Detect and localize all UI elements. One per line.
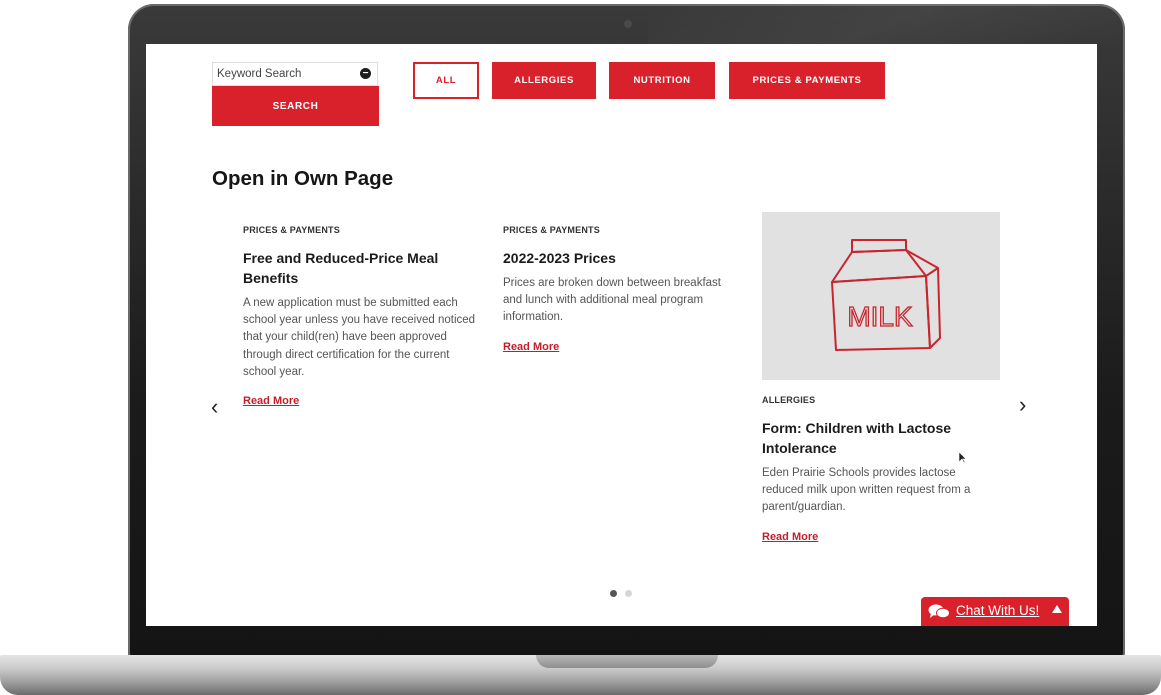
article-card: MILK ALLERGIES Form: Children with Lacto…: [762, 212, 1000, 545]
card-category: PRICES & PAYMENTS: [243, 225, 340, 235]
card-description: Prices are broken down between breakfast…: [503, 277, 721, 324]
article-card: PRICES & PAYMENTS 2022-2023 Prices Price…: [503, 225, 743, 355]
card-category: PRICES & PAYMENTS: [503, 225, 600, 235]
carousel-dot[interactable]: [625, 590, 632, 597]
filter-nutrition-button[interactable]: NUTRITION: [609, 62, 715, 99]
camera-icon: [624, 20, 632, 28]
section-title: Open in Own Page: [212, 167, 394, 190]
search-box: − SEARCH: [212, 62, 379, 144]
carousel-dot-active[interactable]: [610, 590, 617, 597]
chevron-left-icon[interactable]: ‹: [211, 396, 218, 418]
card-image[interactable]: MILK: [762, 212, 1000, 380]
mouse-cursor-icon: [959, 452, 967, 464]
caret-up-icon[interactable]: [1052, 605, 1062, 613]
read-more-link[interactable]: Read More: [762, 531, 818, 543]
search-input[interactable]: [212, 62, 378, 86]
filter-prices-payments-button[interactable]: PRICES & PAYMENTS: [729, 62, 885, 99]
browser-screen: − SEARCH ALL ALLERGIES NUTRITION PRICES …: [146, 44, 1097, 626]
card-title[interactable]: 2022-2023 Prices: [503, 248, 743, 268]
clear-search-icon[interactable]: −: [360, 68, 371, 79]
milk-carton-icon: MILK: [831, 239, 941, 351]
search-button[interactable]: SEARCH: [212, 86, 379, 126]
card-description: Eden Prairie Schools provides lactose re…: [762, 467, 971, 514]
chat-label[interactable]: Chat With Us!: [956, 603, 1039, 618]
card-title[interactable]: Free and Reduced-Price Meal Benefits: [243, 248, 483, 288]
card-description: A new application must be submitted each…: [243, 297, 476, 378]
chat-bubbles-icon: [928, 604, 950, 619]
filter-allergies-button[interactable]: ALLERGIES: [492, 62, 596, 99]
read-more-link[interactable]: Read More: [503, 341, 559, 353]
chevron-right-icon[interactable]: ›: [1019, 394, 1026, 416]
article-card: PRICES & PAYMENTS Free and Reduced-Price…: [243, 225, 483, 409]
read-more-link[interactable]: Read More: [243, 395, 299, 407]
laptop-notch: [536, 655, 718, 668]
filter-all-button[interactable]: ALL: [413, 62, 479, 99]
chat-widget[interactable]: Chat With Us!: [921, 597, 1069, 626]
milk-label: MILK: [847, 301, 913, 332]
card-category: ALLERGIES: [762, 395, 816, 405]
